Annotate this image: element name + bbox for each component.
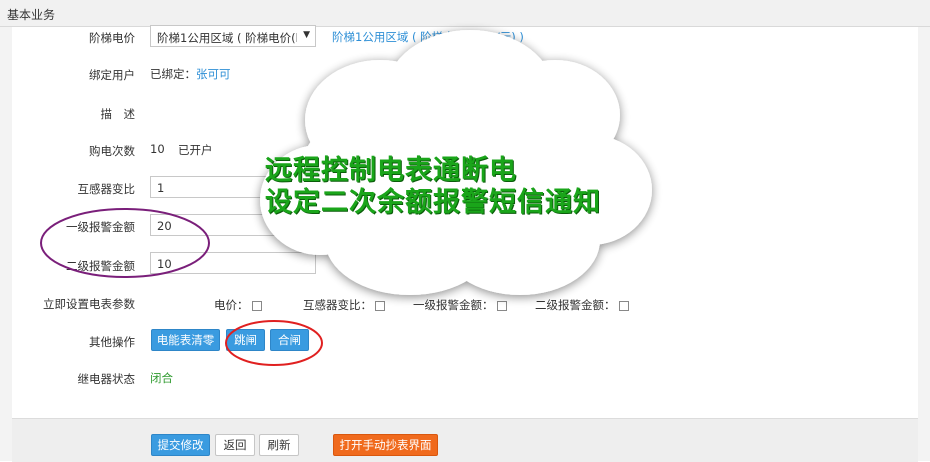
option-ct-ratio-label: 互感器变比： — [303, 298, 372, 312]
other-ops-label: 其他操作 — [89, 335, 135, 349]
tier-price-link[interactable]: 阶梯1公用区域 ( 阶梯电价(kWh/元) ) — [332, 29, 524, 45]
option-ct-ratio[interactable]: 互感器变比： — [303, 297, 385, 313]
option-price-checkbox[interactable] — [251, 300, 262, 311]
tier-price-select[interactable]: 阶梯1公用区域 ( 阶梯电价(kWh/元) ) ▼ — [150, 25, 316, 47]
option-alarm2-checkbox[interactable] — [618, 300, 629, 311]
alarm1-value: 20 — [157, 219, 172, 233]
option-alarm1-checkbox[interactable] — [496, 300, 507, 311]
tier-price-selected: 阶梯1公用区域 ( 阶梯电价(kWh/元) ) — [157, 31, 297, 45]
bound-user-label: 绑定用户 — [89, 68, 135, 82]
account-status: 已开户 — [178, 143, 213, 157]
option-alarm1[interactable]: 一级报警金额： — [413, 297, 507, 313]
chevron-down-icon: ▼ — [303, 30, 310, 40]
option-price[interactable]: 电价： — [214, 297, 262, 313]
option-alarm1-label: 一级报警金额： — [413, 298, 494, 312]
submit-button[interactable]: 提交修改 — [151, 434, 210, 456]
title-bar: 基本业务 — [0, 0, 930, 27]
bound-user-name[interactable]: 张可可 — [196, 67, 231, 81]
alarm2-input[interactable]: 10 — [150, 252, 316, 274]
ct-ratio-label: 互感器变比 — [77, 182, 136, 196]
alarm1-label: 一级报警金额 — [66, 220, 135, 234]
relay-status-label: 继电器状态 — [77, 372, 136, 386]
manual-read-button[interactable]: 打开手动抄表界面 — [333, 434, 438, 456]
clear-meter-button[interactable]: 电能表清零 — [151, 329, 220, 351]
right-gutter — [918, 27, 930, 461]
option-alarm2[interactable]: 二级报警金额： — [535, 297, 629, 313]
description-label: 描 述 — [100, 107, 136, 121]
annotation-overlay — [40, 30, 652, 366]
set-params-label: 立即设置电表参数 — [43, 297, 135, 311]
overlay-headline-2: 设定二次余额报警短信通知 — [265, 187, 601, 218]
close-switch-button[interactable]: 合闸 — [270, 329, 309, 351]
footer-bar — [12, 418, 918, 462]
trip-button[interactable]: 跳闸 — [226, 329, 265, 351]
tier-price-label: 阶梯电价 — [89, 31, 135, 45]
alarm2-label: 二级报警金额 — [66, 259, 135, 273]
option-ct-ratio-checkbox[interactable] — [375, 300, 385, 311]
left-gutter — [0, 27, 12, 461]
page-title: 基本业务 — [7, 8, 56, 22]
bound-user-value: 已绑定：张可可 — [150, 66, 231, 82]
purchase-count-value: 10 — [150, 142, 165, 156]
option-alarm2-label: 二级报警金额： — [535, 298, 616, 312]
back-button[interactable]: 返回 — [215, 434, 255, 456]
relay-status-value: 闭合 — [150, 371, 173, 385]
option-price-label: 电价： — [214, 298, 249, 312]
ct-ratio-value: 1 — [157, 181, 165, 195]
refresh-button[interactable]: 刷新 — [259, 434, 299, 456]
alarm2-value: 10 — [157, 257, 172, 271]
purchase-count-label: 购电次数 — [89, 144, 135, 158]
bound-user-prefix: 已绑定： — [150, 67, 196, 81]
